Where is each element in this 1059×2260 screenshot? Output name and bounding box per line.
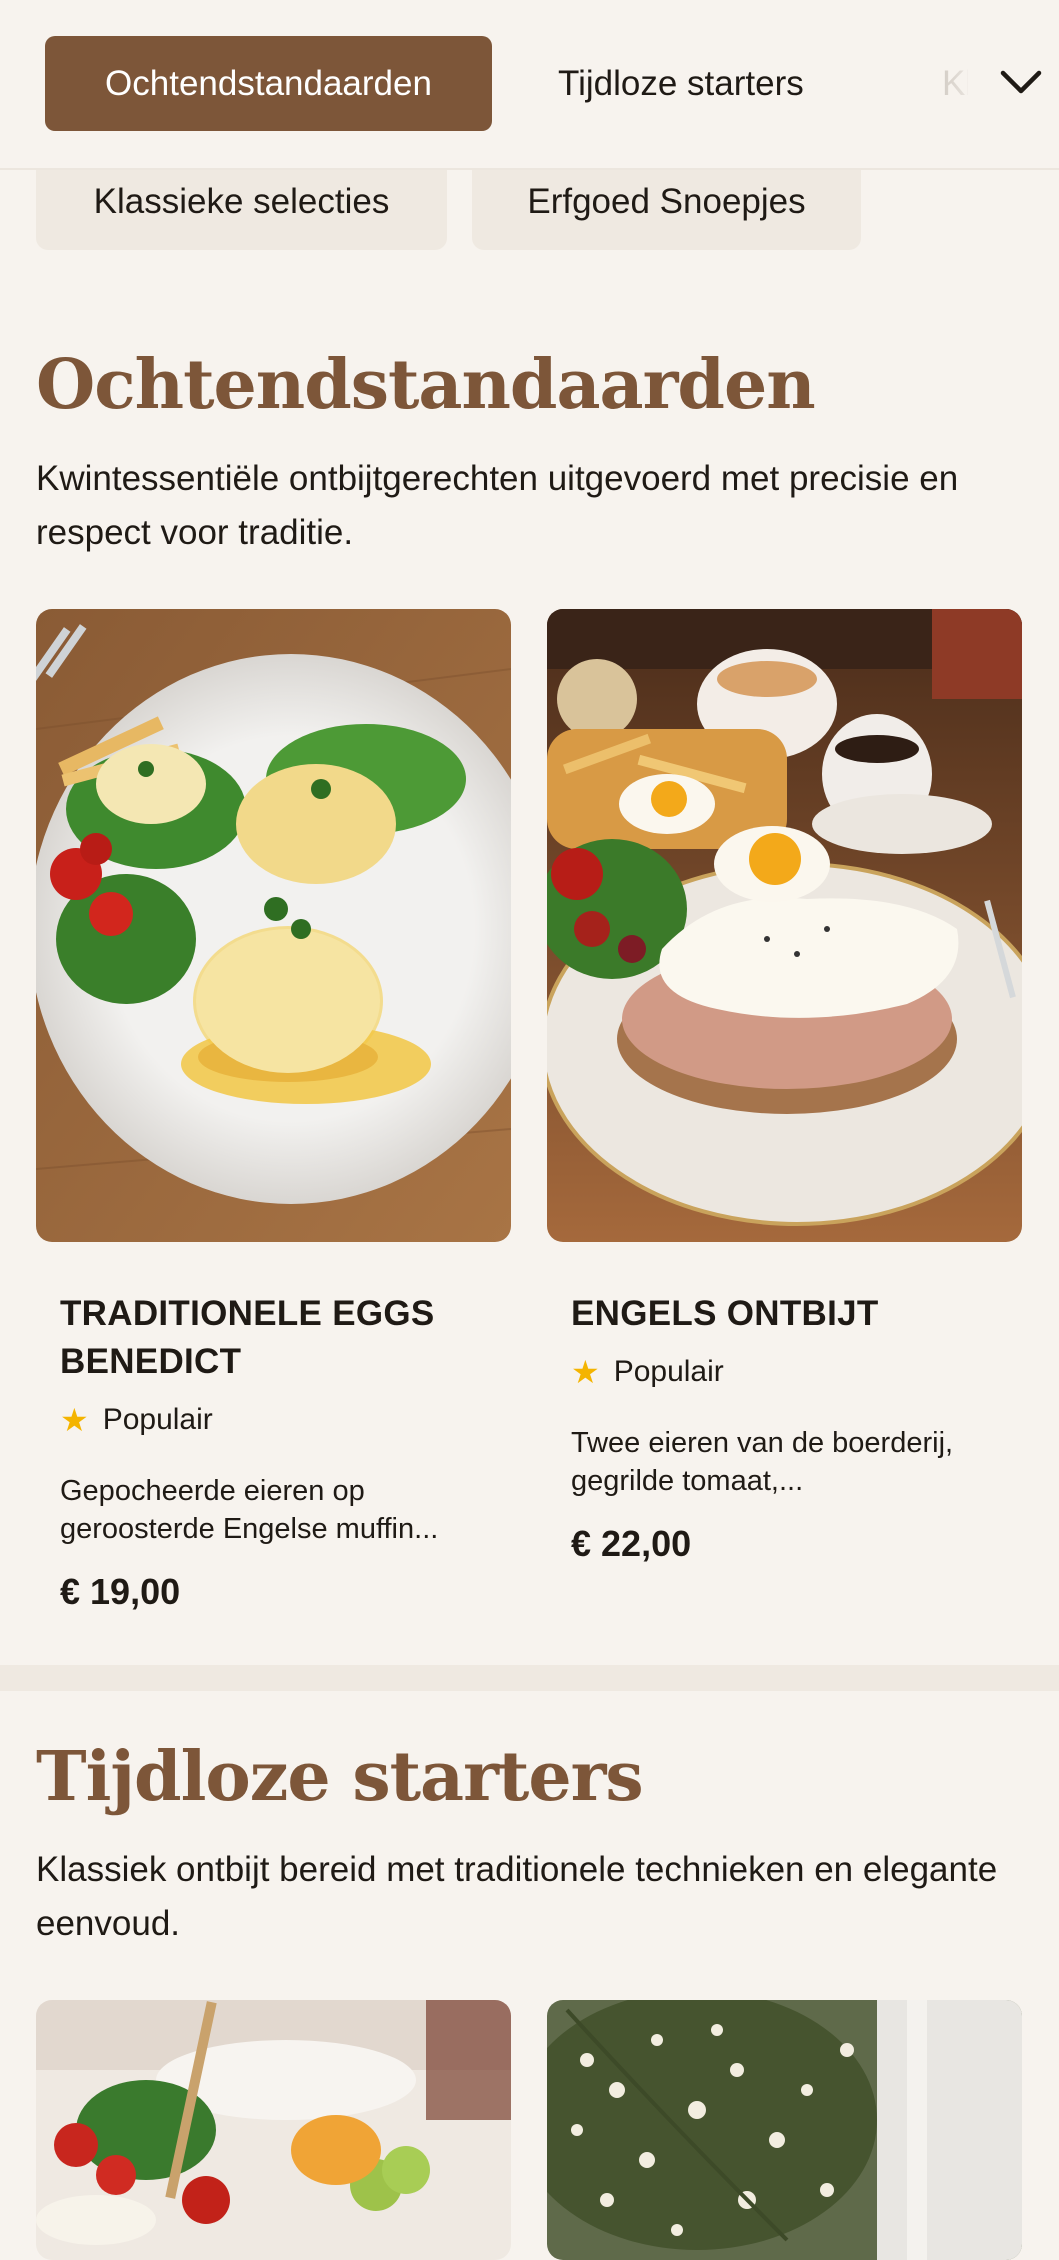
star-icon: ★ [60,1402,89,1438]
tab-ochtendstandaarden[interactable]: Ochtendstandaarden [45,36,492,131]
section-divider [0,1665,1059,1691]
categories-dropdown-button[interactable] [990,54,1052,114]
star-icon: ★ [571,1354,600,1390]
dish-image-eggs-benedict[interactable] [36,609,511,1242]
dish-image-engels-ontbijt[interactable] [547,609,1022,1242]
dish-name: TRADITIONELE EGGS BENEDICT [60,1294,435,1381]
section-description: Kwintessentiële ontbijtgerechten uitgevo… [36,459,959,552]
dish-description: Twee eieren van de boerderij, gegrilde t… [571,1427,954,1497]
tab-tijdloze-starters[interactable]: Tijdloze starters [558,36,804,131]
dish-image-fruit-breakfast[interactable] [36,2000,511,2260]
dish-image-flowers[interactable] [547,2000,1022,2260]
popular-badge: ★ Populair [571,1355,724,1389]
badge-label: Populair [613,1355,724,1388]
section-description: Klassiek ontbijt bereid met traditionele… [36,1850,998,1943]
dish-price: € 22,00 [571,1523,692,1564]
tab-overflow-fade [928,36,988,131]
chevron-down-icon [999,69,1043,100]
category-nav: Ochtendstandaarden Tijdloze starters Kl [0,0,1059,170]
section-title-ochtendstandaarden: Ochtendstandaarden [36,345,816,425]
dish-price: € 19,00 [60,1571,181,1612]
dish-description: Gepocheerde eieren op geroosterde Engels… [60,1475,439,1545]
section-title-tijdloze-starters: Tijdloze starters [36,1737,644,1817]
badge-label: Populair [102,1403,213,1436]
popular-badge: ★ Populair [60,1403,213,1437]
dish-name: ENGELS ONTBIJT [571,1294,879,1333]
